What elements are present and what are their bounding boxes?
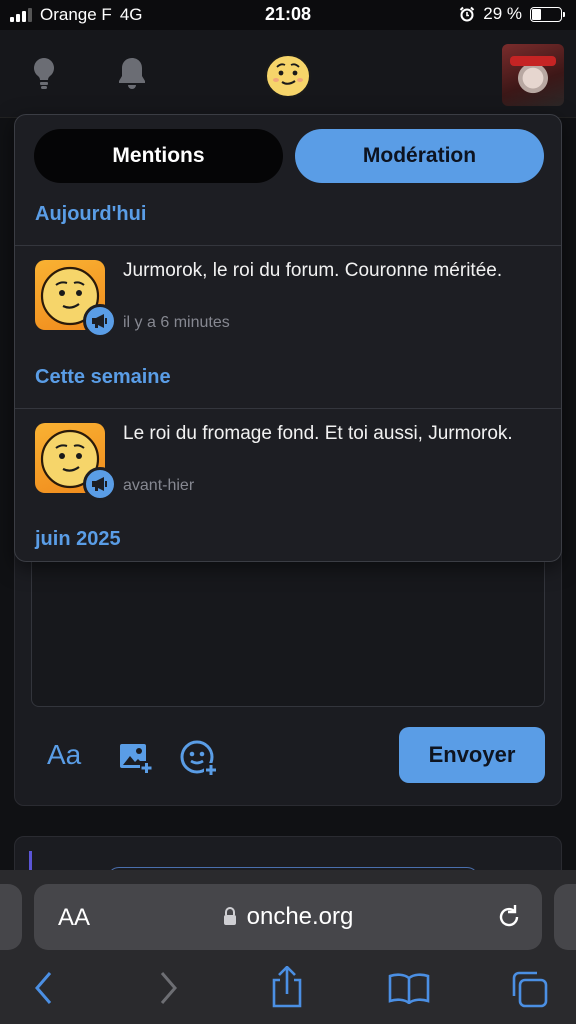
- megaphone-badge: [83, 467, 117, 501]
- emoji-add-icon[interactable]: [179, 739, 219, 777]
- tab-moderation[interactable]: Modération: [295, 129, 544, 183]
- lock-icon: [223, 907, 236, 925]
- battery-percent: 29 %: [483, 4, 522, 23]
- notification-time: avant-hier: [123, 477, 195, 494]
- bell-icon[interactable]: [117, 56, 147, 90]
- send-button[interactable]: Envoyer: [399, 727, 545, 783]
- notification-item[interactable]: Jurmorok, le roi du forum. Couronne méri…: [15, 246, 561, 346]
- url-text: onche.org: [246, 903, 354, 930]
- notification-tabs: Mentions Modération: [34, 129, 544, 185]
- alarm-icon: [460, 6, 475, 22]
- megaphone-icon: [92, 314, 107, 328]
- notifications-panel: Mentions Modération Aujourd'hui Jurmorok…: [14, 114, 562, 562]
- bookmarks-icon[interactable]: [388, 972, 430, 1004]
- user-avatar[interactable]: [502, 44, 564, 106]
- address-bar[interactable]: AA onche.org: [34, 884, 542, 950]
- forward-icon[interactable]: [156, 970, 180, 1006]
- notification-item[interactable]: Le roi du fromage fond. Et toi aussi, Ju…: [15, 409, 561, 509]
- message-textarea[interactable]: [31, 551, 545, 707]
- image-add-icon[interactable]: [119, 741, 153, 775]
- section-title: Cette semaine: [35, 366, 171, 388]
- megaphone-icon: [92, 477, 107, 491]
- lightbulb-icon[interactable]: [30, 56, 58, 90]
- smiley-logo-icon[interactable]: [264, 53, 312, 99]
- share-icon[interactable]: [270, 966, 304, 1008]
- url-field[interactable]: onche.org: [34, 903, 542, 931]
- notification-text: Jurmorok, le roi du forum. Couronne méri…: [123, 260, 503, 281]
- section-title: juin 2025: [35, 528, 121, 550]
- prev-tab-edge[interactable]: [0, 884, 22, 950]
- status-right: 29 %: [459, 4, 565, 24]
- top-nav: [0, 30, 576, 118]
- section-title: Aujourd'hui: [35, 203, 147, 225]
- back-icon[interactable]: [32, 970, 56, 1006]
- megaphone-badge: [83, 304, 117, 338]
- browser-toolbar: AA onche.org: [0, 870, 576, 1024]
- battery-icon: [530, 6, 565, 22]
- tab-mentions[interactable]: Mentions: [34, 129, 283, 183]
- status-bar: Orange F 4G 21:08 29 %: [0, 0, 576, 30]
- reload-icon[interactable]: [496, 903, 522, 931]
- font-tool-button[interactable]: Aa: [47, 739, 81, 771]
- next-tab-edge[interactable]: [554, 884, 576, 950]
- tabs-icon[interactable]: [510, 970, 548, 1008]
- notification-time: il y a 6 minutes: [123, 314, 230, 331]
- notification-text: Le roi du fromage fond. Et toi aussi, Ju…: [123, 423, 513, 444]
